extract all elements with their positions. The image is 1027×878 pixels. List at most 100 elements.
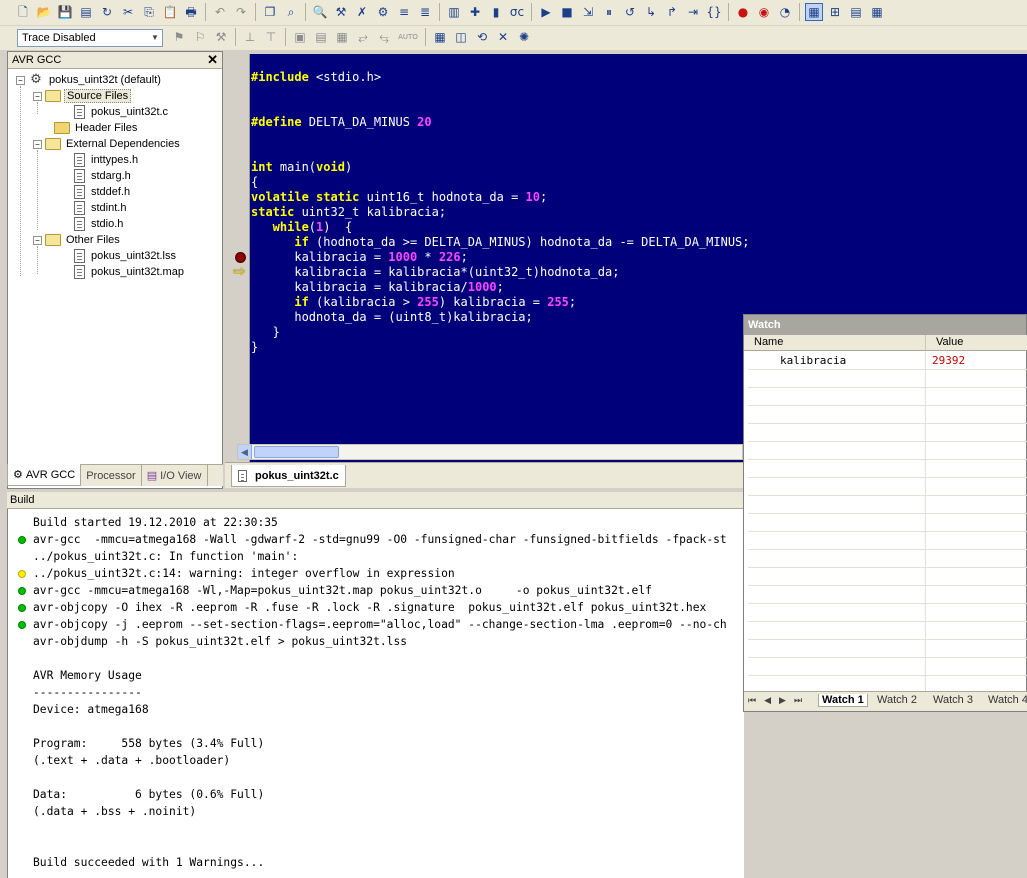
tree-file-item[interactable]: stddef.h bbox=[74, 184, 132, 200]
collapse-icon[interactable]: − bbox=[33, 139, 42, 149]
run-icon[interactable]: ▶ bbox=[537, 3, 555, 21]
copy-icon[interactable]: ⎘ bbox=[140, 3, 158, 21]
watch-row-empty[interactable] bbox=[748, 514, 1027, 532]
tab-watch-1[interactable]: Watch 1 bbox=[818, 694, 868, 707]
debug-toolbar-icon[interactable]: ⥃ bbox=[375, 28, 393, 46]
tab-avr-gcc[interactable]: ⚙ AVR GCC bbox=[7, 464, 82, 486]
connect-icon[interactable]: ▥ bbox=[445, 3, 463, 21]
debug-toolbar-icon[interactable]: AUTO bbox=[396, 28, 420, 46]
tab-watch-4[interactable]: Watch 4 bbox=[988, 694, 1027, 706]
windows-icon[interactable]: ❐ bbox=[261, 3, 279, 21]
trace-combo[interactable]: Trace Disabled ▼ bbox=[17, 29, 163, 47]
watch-icon[interactable]: ⊞ bbox=[826, 3, 844, 21]
paste-icon[interactable]: 📋 bbox=[161, 3, 179, 21]
chevron-down-icon[interactable]: ▼ bbox=[148, 30, 162, 46]
watch-title-bar[interactable]: Watch bbox=[744, 315, 1026, 335]
prev-tab-icon[interactable]: ◀ bbox=[764, 696, 771, 706]
debug-toolbar-icon[interactable]: ✺ bbox=[515, 28, 533, 46]
tab-pokus-uint32t-c[interactable]: pokus_uint32t.c bbox=[231, 465, 346, 487]
tree-file-item[interactable]: stdio.h bbox=[74, 216, 125, 232]
watch-row-empty[interactable] bbox=[748, 550, 1027, 568]
undo-icon[interactable]: ↶ bbox=[211, 3, 229, 21]
save-all-icon[interactable]: ▤ bbox=[77, 3, 95, 21]
jtag-icon[interactable]: ▮ bbox=[487, 3, 505, 21]
collapse-icon[interactable]: − bbox=[33, 235, 42, 245]
build-output[interactable]: Build started 19.12.2010 at 22:30:35 avr… bbox=[7, 509, 744, 878]
debug-toolbar-icon[interactable]: ⚒ bbox=[212, 28, 230, 46]
first-tab-icon[interactable]: ⏮ bbox=[748, 696, 756, 706]
tree-source-files[interactable]: − Source Files bbox=[33, 88, 132, 104]
memory-icon[interactable]: ▤ bbox=[847, 3, 865, 21]
find-replace-icon[interactable]: ⌕ bbox=[282, 3, 300, 21]
remove-breakpoints-icon[interactable]: ◉ bbox=[755, 3, 773, 21]
tree-external-deps[interactable]: − External Dependencies bbox=[33, 136, 182, 152]
watch-row-empty[interactable] bbox=[748, 640, 1027, 658]
tree-project[interactable]: − ⚙ pokus_uint32t (default) bbox=[16, 72, 163, 88]
open-icon[interactable]: 📂 bbox=[35, 3, 53, 21]
watch-row-empty[interactable] bbox=[748, 370, 1027, 388]
oc-icon[interactable]: σc bbox=[508, 3, 526, 21]
save-icon[interactable]: 💾 bbox=[56, 3, 74, 21]
debug-toolbar-icon[interactable]: ⟲ bbox=[473, 28, 491, 46]
tab-processor[interactable]: Processor bbox=[81, 465, 142, 486]
tree-file-item[interactable]: pokus_uint32t.c bbox=[74, 104, 170, 120]
run-to-cursor-icon[interactable]: ⇥ bbox=[684, 3, 702, 21]
splitter[interactable] bbox=[223, 51, 231, 489]
tree-file-item[interactable]: pokus_uint32t.map bbox=[74, 264, 186, 280]
tab-watch-3[interactable]: Watch 3 bbox=[933, 694, 973, 706]
collapse-icon[interactable]: − bbox=[16, 75, 25, 85]
step-into-icon[interactable]: ⇲ bbox=[579, 3, 597, 21]
debug-toolbar-icon[interactable]: ▦ bbox=[431, 28, 449, 46]
scroll-left-icon[interactable]: ◀ bbox=[238, 445, 252, 459]
binoculars-icon[interactable]: 🔍 bbox=[311, 3, 329, 21]
column-header-value[interactable]: Value bbox=[926, 335, 1027, 351]
debug-toolbar-icon[interactable]: ⥂ bbox=[354, 28, 372, 46]
clean-icon[interactable]: ⚙ bbox=[374, 3, 392, 21]
tree-file-item[interactable]: pokus_uint32t.lss bbox=[74, 248, 178, 264]
stop-icon[interactable]: ■ bbox=[558, 3, 576, 21]
debug-toolbar-icon[interactable]: ⚐ bbox=[191, 28, 209, 46]
toggle-breakpoint-icon[interactable]: ● bbox=[734, 3, 752, 21]
auto-step-icon[interactable]: {} bbox=[705, 3, 723, 21]
watch-row[interactable]: kalibracia 29392 bbox=[748, 352, 1027, 370]
redo-icon[interactable]: ↷ bbox=[232, 3, 250, 21]
last-tab-icon[interactable]: ⏭ bbox=[794, 696, 802, 706]
column-header-name[interactable]: Name bbox=[744, 335, 926, 351]
watch-row-empty[interactable] bbox=[748, 586, 1027, 604]
outdent-icon[interactable]: ≣ bbox=[416, 3, 434, 21]
scroll-thumb[interactable] bbox=[254, 446, 339, 458]
watch-row-empty[interactable] bbox=[748, 478, 1027, 496]
indent-icon[interactable]: ≡ bbox=[395, 3, 413, 21]
watch-row-empty[interactable] bbox=[748, 658, 1027, 676]
debug-toolbar-icon[interactable]: ⊥ bbox=[241, 28, 259, 46]
debug-toolbar-icon[interactable]: ▣ bbox=[291, 28, 309, 46]
watch-row-empty[interactable] bbox=[748, 604, 1027, 622]
reset-icon[interactable]: ↺ bbox=[621, 3, 639, 21]
print-icon[interactable]: 🖶 bbox=[182, 3, 200, 21]
watch-row-empty[interactable] bbox=[748, 424, 1027, 442]
build-icon[interactable]: ⚒ bbox=[332, 3, 350, 21]
watch-row-empty[interactable] bbox=[748, 532, 1027, 550]
registers-icon[interactable]: ▦ bbox=[868, 3, 886, 21]
watch-row-empty[interactable] bbox=[748, 406, 1027, 424]
tab-watch-2[interactable]: Watch 2 bbox=[877, 694, 917, 706]
cut-icon[interactable]: ✂ bbox=[119, 3, 137, 21]
quickwatch-icon[interactable]: ◔ bbox=[776, 3, 794, 21]
watch-row-empty[interactable] bbox=[748, 442, 1027, 460]
step-over-icon[interactable]: ↳ bbox=[642, 3, 660, 21]
watch-row-empty[interactable] bbox=[748, 496, 1027, 514]
debug-toolbar-icon[interactable]: ◫ bbox=[452, 28, 470, 46]
next-tab-icon[interactable]: ▶ bbox=[779, 696, 786, 706]
editor-hscrollbar[interactable]: ◀ bbox=[237, 444, 743, 460]
disassembler-icon[interactable]: ▦ bbox=[805, 3, 823, 21]
watch-row-empty[interactable] bbox=[748, 460, 1027, 478]
rebuild-icon[interactable]: ✗ bbox=[353, 3, 371, 21]
break-icon[interactable]: ⏸ bbox=[600, 3, 618, 21]
debug-toolbar-icon[interactable]: ⊤ bbox=[262, 28, 280, 46]
tree-file-item[interactable]: inttypes.h bbox=[74, 152, 140, 168]
debug-toolbar-icon[interactable]: ▤ bbox=[312, 28, 330, 46]
step-out-icon[interactable]: ↱ bbox=[663, 3, 681, 21]
collapse-icon[interactable]: − bbox=[33, 91, 42, 101]
tree-other-files[interactable]: − Other Files bbox=[33, 232, 122, 248]
debug-toolbar-icon[interactable]: ⚑ bbox=[170, 28, 188, 46]
